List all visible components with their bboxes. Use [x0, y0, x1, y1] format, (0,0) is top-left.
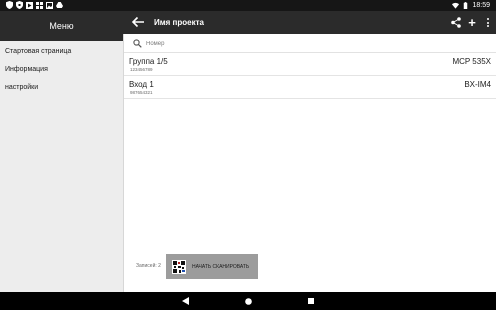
app-toolbar: Имя проекта + [123, 11, 496, 34]
system-nav-bar [0, 292, 496, 310]
scan-button-label: НАЧАТЬ СКАНИРОВАТЬ [192, 263, 250, 270]
item-name: Группа 1/5 [129, 57, 168, 66]
drawer-title: Меню [0, 11, 123, 41]
shield-icon [6, 1, 13, 9]
wifi-icon [452, 2, 460, 9]
image-icon [46, 1, 53, 9]
item-name: Вход 1 [129, 80, 154, 89]
nav-recents-icon [308, 298, 314, 304]
navigation-drawer: Меню Стартовая страница Информация настр… [0, 11, 123, 292]
drawer-item-information[interactable]: Информация [0, 61, 123, 79]
search-icon [133, 39, 142, 48]
page-title: Имя проекта [154, 18, 204, 27]
main-content: Группа 1/5 123456789 MCP 535X Вход 1 987… [123, 34, 496, 292]
share-button[interactable] [448, 11, 464, 34]
security-icon [16, 1, 23, 9]
drawer-item-settings[interactable]: настройки [0, 79, 123, 97]
search-bar [124, 34, 496, 53]
records-count: Записей: 2 [136, 263, 161, 269]
list-item[interactable]: Вход 1 987654321 BX-IM4 [124, 77, 496, 99]
nav-back-icon [181, 297, 189, 305]
search-input[interactable] [146, 37, 346, 50]
battery-icon [464, 2, 468, 9]
status-bar: 18:59 [0, 0, 496, 11]
apps-icon [36, 1, 43, 9]
more-vert-icon [487, 18, 489, 27]
media-icon [26, 1, 33, 9]
notification-icons [6, 1, 63, 9]
item-model: BX-IM4 [464, 80, 491, 89]
more-options-button[interactable] [480, 11, 496, 34]
system-status: 18:59 [452, 1, 490, 10]
nav-home-button[interactable] [243, 296, 253, 306]
add-icon: + [468, 15, 476, 30]
qr-code-icon [172, 259, 186, 274]
drawer-item-start-page[interactable]: Стартовая страница [0, 43, 123, 61]
nav-home-icon [244, 297, 252, 305]
back-arrow-icon[interactable] [131, 16, 145, 28]
item-serial: 123456789 [130, 67, 153, 72]
share-icon [451, 17, 461, 28]
item-serial: 987654321 [130, 90, 153, 95]
item-model: MCP 535X [452, 57, 491, 66]
nav-back-button[interactable] [180, 296, 190, 306]
start-scan-button[interactable]: НАЧАТЬ СКАНИРОВАТЬ [166, 254, 258, 279]
add-button[interactable]: + [464, 11, 480, 34]
clock: 18:59 [472, 2, 490, 9]
list-item[interactable]: Группа 1/5 123456789 MCP 535X [124, 54, 496, 76]
drive-icon [56, 1, 63, 8]
nav-recents-button[interactable] [306, 296, 316, 306]
